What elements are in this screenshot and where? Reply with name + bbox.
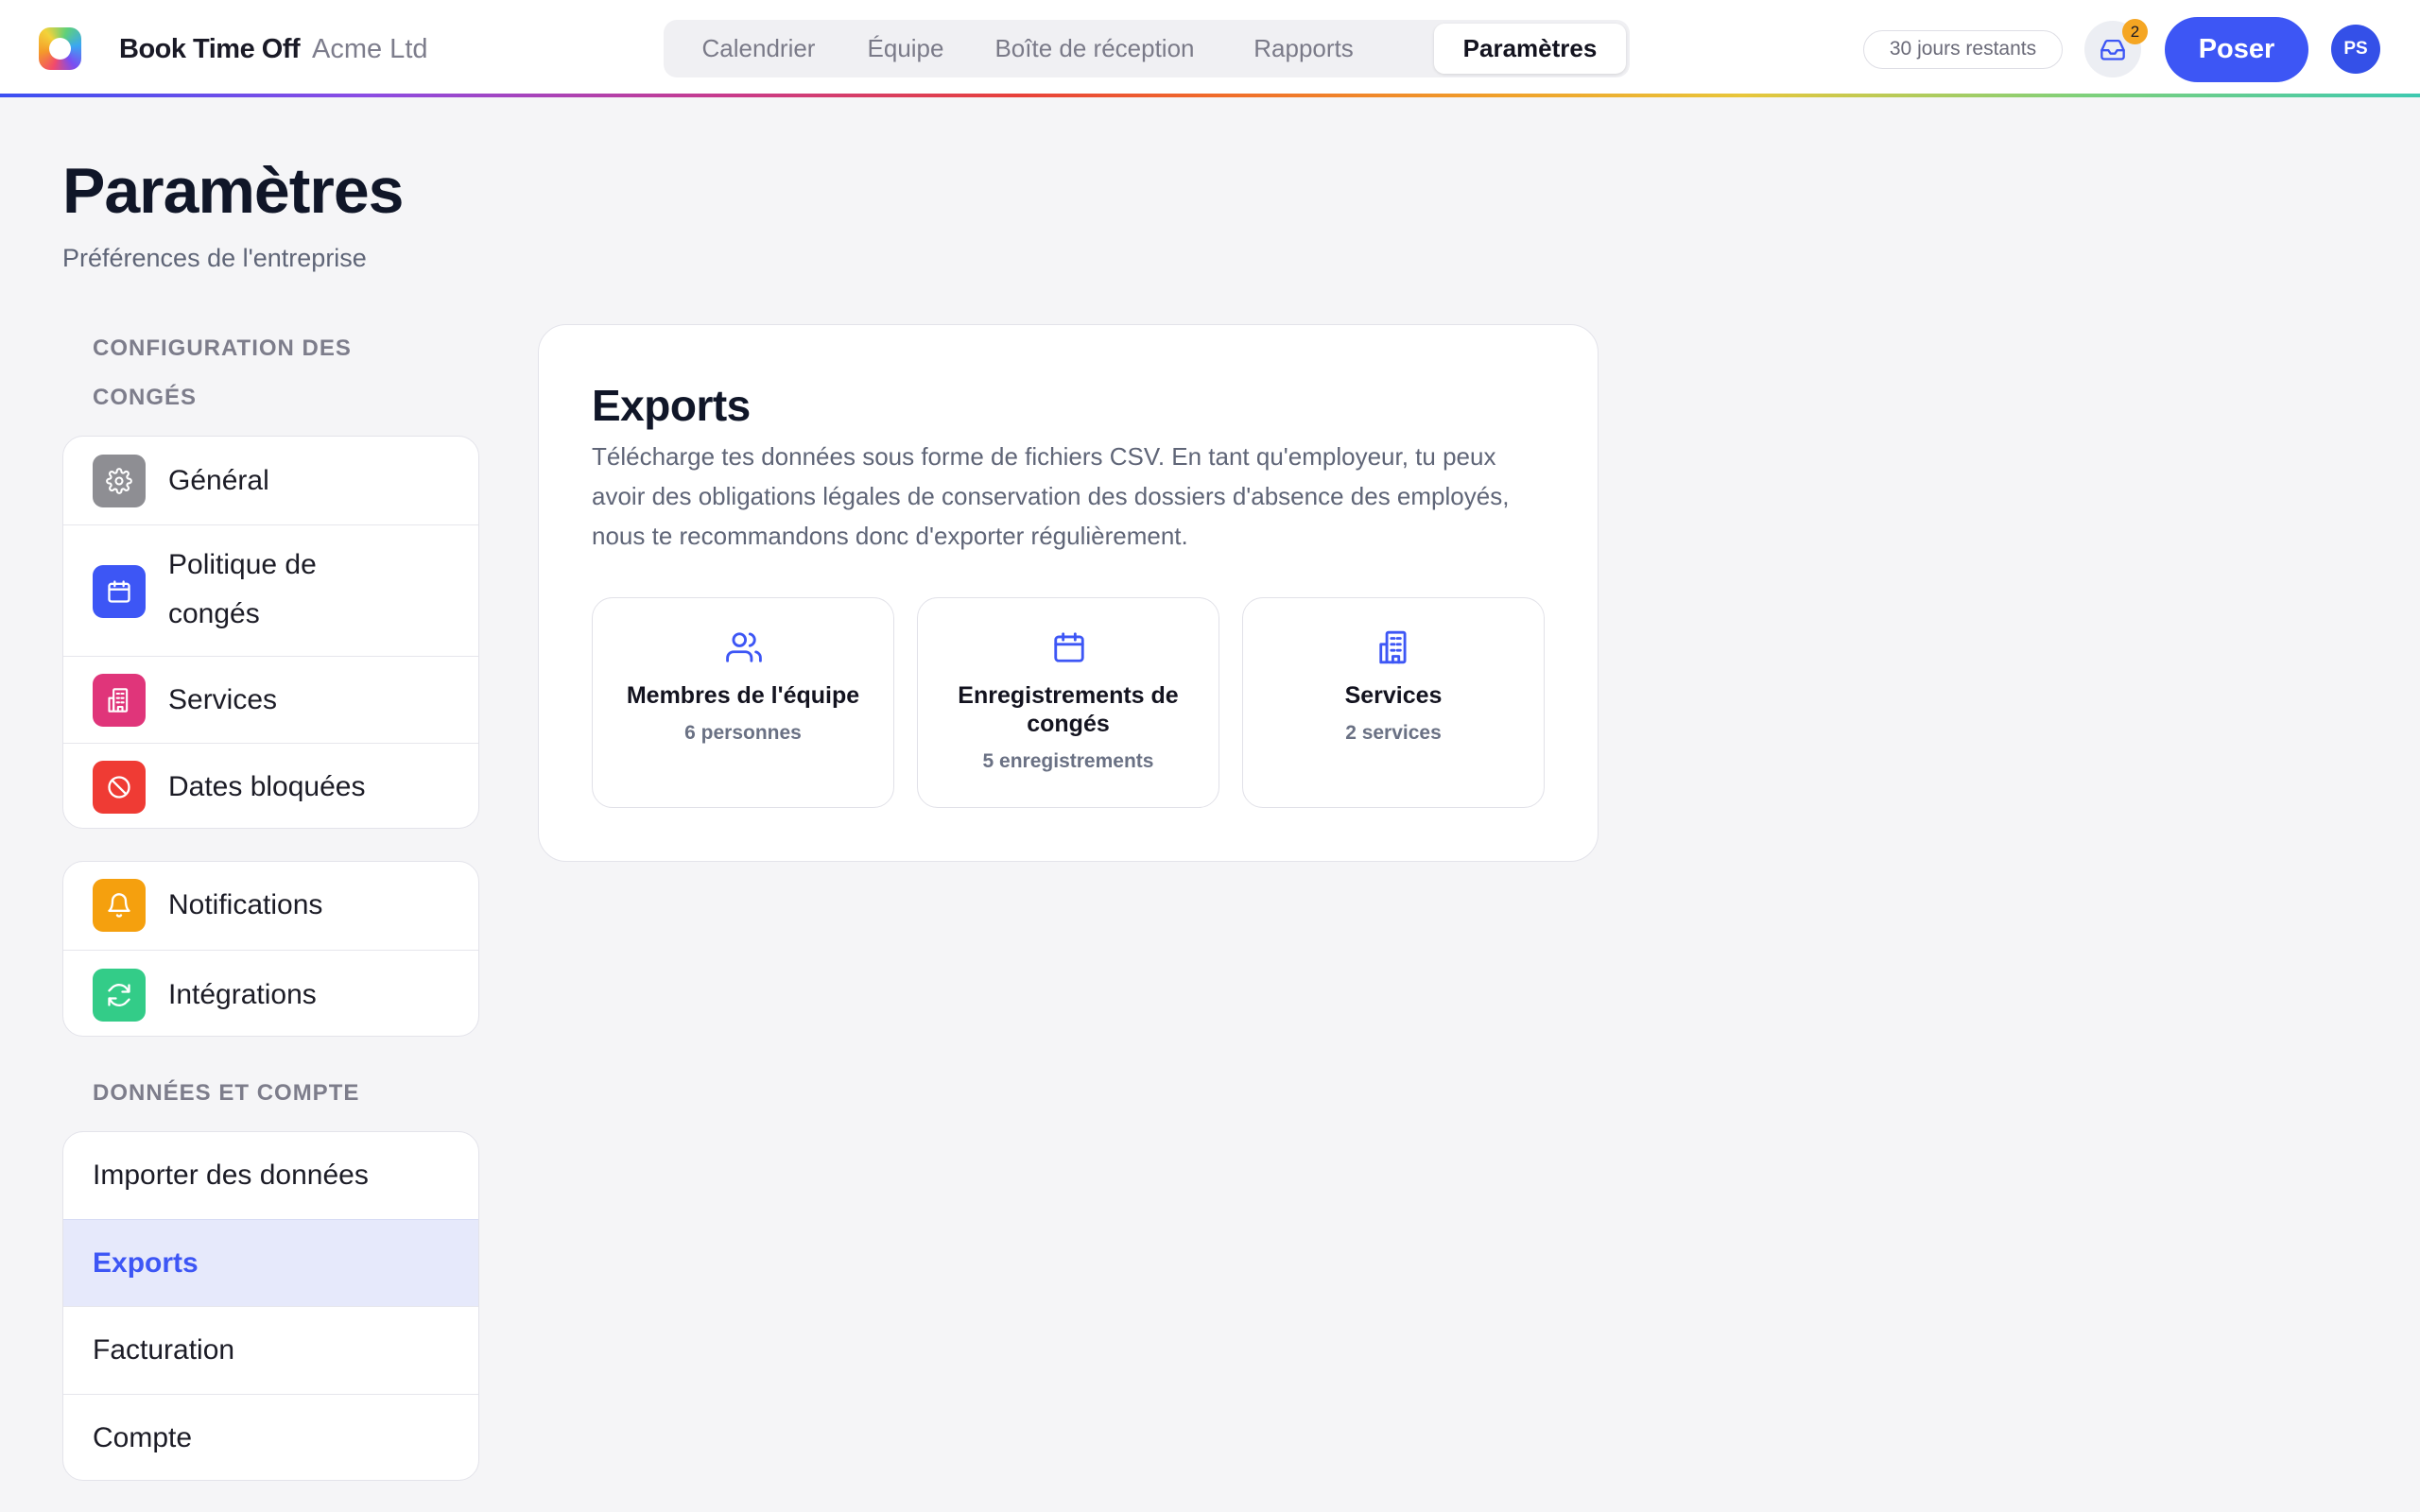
sidebar-item-label: Notifications bbox=[168, 889, 323, 920]
inbox-count-badge: 2 bbox=[2122, 19, 2148, 44]
building-icon bbox=[93, 674, 146, 727]
tile-title: Membres de l'équipe bbox=[626, 682, 860, 709]
tools-menu: Notifications Intégrations bbox=[62, 861, 479, 1037]
tile-subtitle: 6 personnes bbox=[684, 722, 802, 744]
sidebar-item-exports[interactable]: Exports bbox=[63, 1219, 478, 1306]
app-logo-icon[interactable] bbox=[39, 27, 81, 70]
inbox-icon bbox=[2100, 39, 2125, 60]
tab-inbox[interactable]: Boîte de réception bbox=[967, 24, 1222, 74]
section-label-line: CONFIGURATION DES bbox=[93, 335, 352, 361]
sidebar-item-blocked-dates[interactable]: Dates bloquées bbox=[63, 743, 478, 828]
app-name: Book Time Off bbox=[119, 34, 301, 64]
tab-settings[interactable]: Paramètres bbox=[1434, 24, 1626, 74]
tab-team[interactable]: Équipe bbox=[844, 24, 967, 74]
tile-subtitle: 2 services bbox=[1345, 722, 1442, 744]
company-name: Acme Ltd bbox=[312, 34, 428, 64]
export-team-members-button[interactable]: Membres de l'équipe 6 personnes bbox=[592, 597, 894, 808]
sidebar-item-departments[interactable]: Services bbox=[63, 656, 478, 743]
sidebar-item-import-data[interactable]: Importer des données bbox=[63, 1132, 478, 1219]
calendar-icon bbox=[93, 565, 146, 618]
tile-title-line: congés bbox=[1027, 711, 1110, 737]
gear-icon bbox=[93, 455, 146, 507]
sidebar-item-label: Général bbox=[168, 465, 269, 496]
tile-title-line: Enregistrements de bbox=[958, 682, 1179, 709]
section-label-line: CONGÉS bbox=[93, 385, 198, 410]
sidebar-item-label: Facturation bbox=[93, 1334, 235, 1366]
sidebar-item-billing[interactable]: Facturation bbox=[63, 1306, 478, 1394]
sidebar-item-leave-policy[interactable]: Politique de congés bbox=[63, 524, 478, 656]
bell-icon bbox=[93, 879, 146, 932]
exports-description: Télécharge tes données sous forme de fic… bbox=[592, 442, 1510, 550]
users-icon bbox=[726, 632, 762, 662]
exports-panel: Exports Télécharge tes données sous form… bbox=[538, 324, 1599, 862]
sidebar-item-label: Importer des données bbox=[93, 1160, 369, 1191]
tile-subtitle: 5 enregistrements bbox=[982, 750, 1154, 772]
request-time-off-button[interactable]: Poser bbox=[2165, 17, 2308, 82]
sidebar-item-label: Dates bloquées bbox=[168, 771, 366, 802]
section-label-leave-config: CONFIGURATION DES CONGÉS bbox=[93, 324, 352, 422]
page-title: Paramètres bbox=[62, 155, 404, 227]
building-icon bbox=[1379, 630, 1407, 664]
sidebar-item-label: Services bbox=[168, 684, 278, 715]
sidebar-item-label: Intégrations bbox=[168, 979, 317, 1010]
export-leave-records-button[interactable]: Enregistrements de congés 5 enregistreme… bbox=[917, 597, 1219, 808]
sidebar-item-label: Exports bbox=[93, 1247, 199, 1279]
sidebar-item-account[interactable]: Compte bbox=[63, 1394, 478, 1480]
sidebar-item-label-line: Politique de bbox=[168, 549, 317, 580]
sidebar-item-integrations[interactable]: Intégrations bbox=[63, 950, 478, 1036]
page-subtitle: Préférences de l'entreprise bbox=[62, 244, 367, 272]
days-remaining-badge: 30 jours restants bbox=[1863, 30, 2063, 69]
export-departments-button[interactable]: Services 2 services bbox=[1242, 597, 1545, 808]
header-gradient-divider bbox=[0, 94, 2420, 97]
tab-reports[interactable]: Rapports bbox=[1222, 24, 1385, 74]
sidebar-item-label: Politique de congés bbox=[168, 541, 317, 639]
leave-config-menu: Général Politique de congés Services Dat… bbox=[62, 436, 479, 829]
top-bar: Book Time Off Acme Ltd Calendrier Équipe… bbox=[0, 0, 2420, 95]
tile-title: Services bbox=[1344, 682, 1443, 709]
section-label-data-account: DONNÉES ET COMPTE bbox=[93, 1080, 360, 1106]
tile-title: Enregistrements de congés bbox=[937, 681, 1200, 738]
main-nav: Calendrier Équipe Boîte de réception Rap… bbox=[664, 20, 1630, 77]
sidebar-item-label-line: congés bbox=[168, 598, 260, 629]
sidebar-item-label: Compte bbox=[93, 1422, 193, 1453]
sync-icon bbox=[93, 969, 146, 1022]
tab-calendar[interactable]: Calendrier bbox=[673, 24, 844, 74]
sidebar-item-general[interactable]: Général bbox=[63, 437, 478, 524]
data-account-menu: Importer des données Exports Facturation… bbox=[62, 1131, 479, 1481]
calendar-icon bbox=[1054, 632, 1084, 662]
block-icon bbox=[93, 761, 146, 814]
user-avatar[interactable]: PS bbox=[2331, 25, 2380, 74]
exports-title: Exports bbox=[592, 381, 751, 430]
sidebar-item-notifications[interactable]: Notifications bbox=[63, 862, 478, 950]
